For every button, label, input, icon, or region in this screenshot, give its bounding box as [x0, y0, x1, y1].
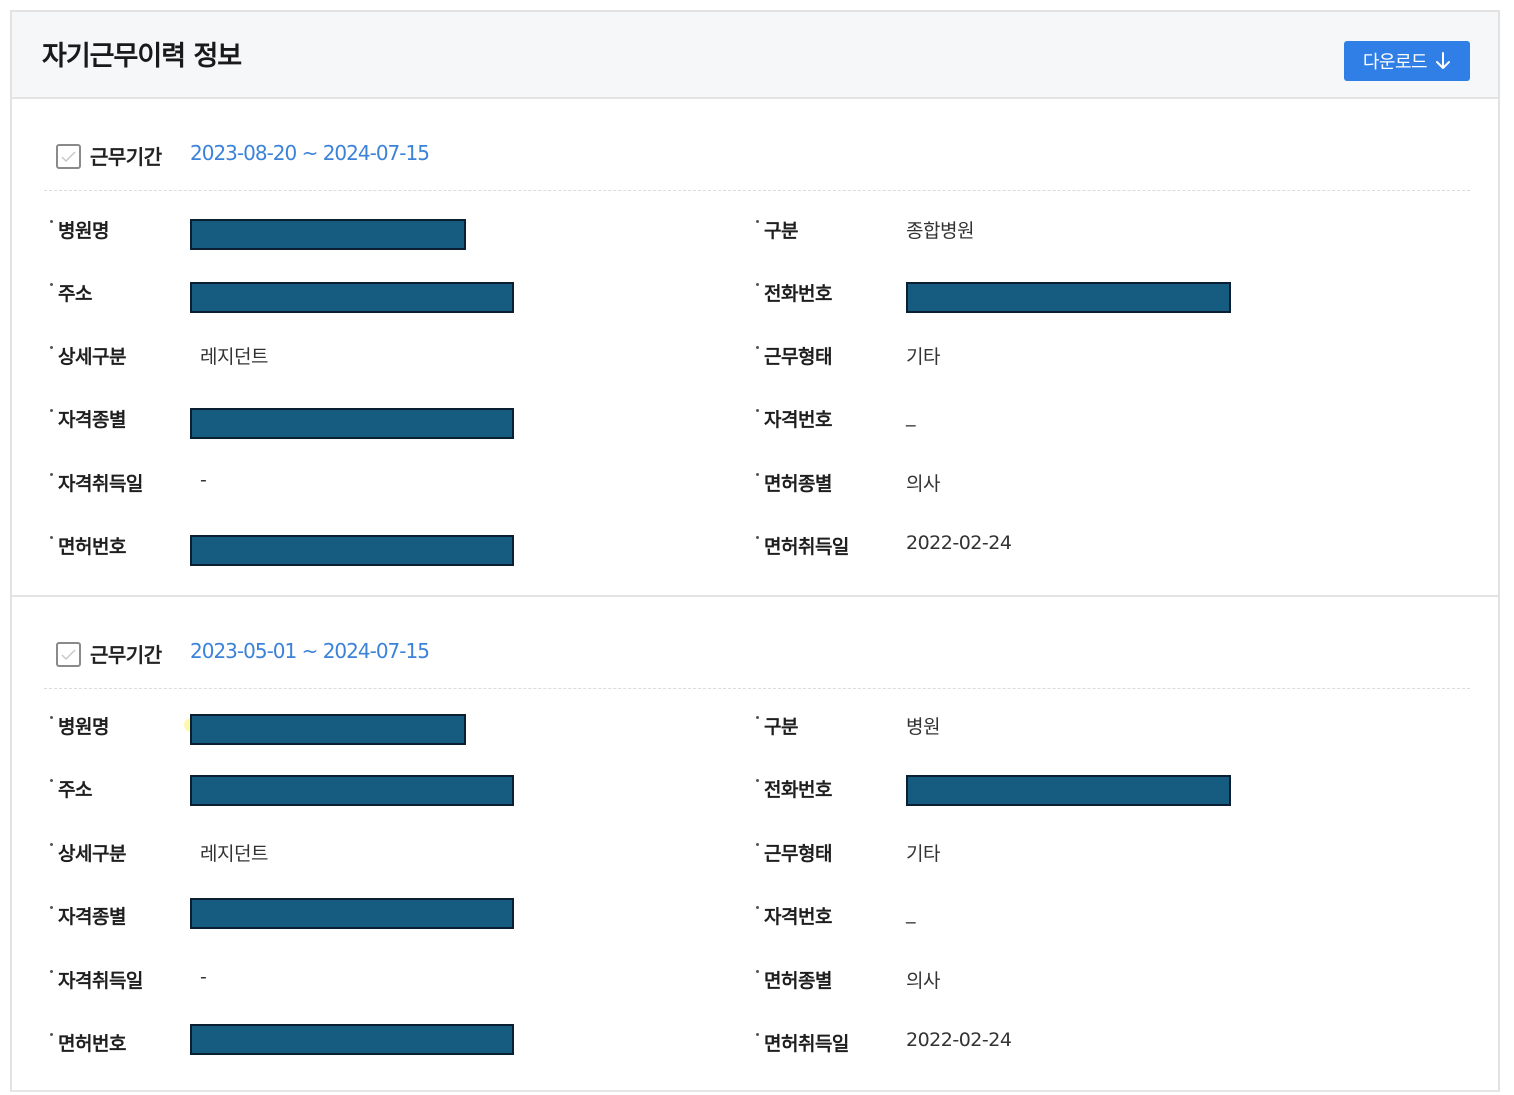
field-value: _ — [906, 405, 916, 427]
field-category: 구분 종합병원 — [756, 216, 1456, 250]
field-label: 자격취득일 — [50, 469, 143, 496]
page-title: 자기근무이력 정보 — [42, 41, 242, 72]
field-hospital-name: 병원명 — [50, 712, 690, 746]
redacted-phone — [906, 282, 1231, 313]
redacted-qualification-type — [190, 408, 514, 439]
field-label: 면허취득일 — [756, 1029, 849, 1056]
field-license-number: 면허번호 — [50, 532, 690, 566]
field-value: 2022-02-24 — [906, 1029, 1012, 1051]
field-label: 자격번호 — [756, 902, 832, 929]
work-record: 근무기간 2023-08-20 ~ 2024-07-15 병원명 주소 상세구분… — [12, 100, 1498, 597]
record-checkbox[interactable] — [56, 144, 81, 169]
redacted-phone — [906, 775, 1231, 806]
field-license-type: 면허종별 의사 — [756, 966, 1456, 1000]
field-qualification-date: 자격취득일 - — [50, 469, 690, 503]
field-value: _ — [906, 902, 916, 924]
panel-header: 자기근무이력 정보 다운로드 — [12, 12, 1498, 99]
record-checkbox[interactable] — [56, 642, 81, 667]
field-label: 면허종별 — [756, 469, 832, 496]
work-period-value: 2023-05-01 ~ 2024-07-15 — [190, 639, 430, 663]
field-label: 상세구분 — [50, 839, 126, 866]
redacted-license-number — [190, 535, 514, 566]
field-detail-category: 상세구분 레지던트 — [50, 342, 690, 376]
field-qualification-type: 자격종별 — [50, 405, 690, 439]
work-period-label: 근무기간 — [90, 145, 162, 169]
work-period-row: 근무기간 2023-05-01 ~ 2024-07-15 — [44, 638, 1470, 689]
work-period-row: 근무기간 2023-08-20 ~ 2024-07-15 — [44, 140, 1470, 191]
field-license-date: 면허취득일 2022-02-24 — [756, 1029, 1456, 1063]
field-label: 전화번호 — [756, 279, 832, 306]
work-record: 근무기간 2023-05-01 ~ 2024-07-15 병원명 주소 상세구분… — [12, 598, 1498, 1092]
field-label: 면허종별 — [756, 966, 832, 993]
work-period-label: 근무기간 — [90, 643, 162, 667]
arrow-down-icon — [1436, 52, 1451, 69]
field-label: 구분 — [756, 712, 798, 739]
field-license-number: 면허번호 — [50, 1024, 690, 1063]
field-label: 자격종별 — [50, 405, 126, 432]
field-qualification-number: 자격번호 _ — [756, 405, 1456, 439]
field-label: 근무형태 — [756, 839, 832, 866]
field-value: 레지던트 — [200, 843, 268, 865]
check-icon — [61, 151, 76, 163]
field-label: 병원명 — [50, 712, 109, 739]
field-qualification-number: 자격번호 _ — [756, 902, 1456, 936]
redacted-hospital-name — [190, 714, 466, 745]
field-label: 상세구분 — [50, 342, 126, 369]
field-value: 종합병원 — [906, 220, 974, 242]
field-label: 면허번호 — [50, 1029, 126, 1056]
field-value: 기타 — [906, 843, 940, 865]
field-qualification-date: 자격취득일 - — [50, 966, 690, 1000]
field-label: 근무형태 — [756, 342, 832, 369]
field-phone: 전화번호 — [756, 279, 1456, 313]
field-work-type: 근무형태 기타 — [756, 839, 1456, 873]
download-button-label: 다운로드 — [1362, 52, 1428, 73]
field-value: 의사 — [906, 473, 940, 495]
field-hospital-name: 병원명 — [50, 216, 690, 250]
field-label: 면허취득일 — [756, 532, 849, 559]
field-value: 병원 — [906, 716, 940, 738]
field-label: 전화번호 — [756, 775, 832, 802]
field-label: 자격번호 — [756, 405, 832, 432]
redacted-license-number — [190, 1024, 514, 1055]
field-label: 주소 — [50, 775, 92, 802]
field-value: - — [200, 469, 207, 491]
field-value: 의사 — [906, 970, 940, 992]
field-category: 구분 병원 — [756, 712, 1456, 746]
field-address: 주소 — [50, 279, 690, 313]
field-detail-category: 상세구분 레지던트 — [50, 839, 690, 873]
redacted-address — [190, 775, 514, 806]
field-label: 자격취득일 — [50, 966, 143, 993]
field-label: 자격종별 — [50, 902, 126, 929]
field-license-type: 면허종별 의사 — [756, 469, 1456, 503]
redacted-hospital-name — [190, 219, 466, 250]
field-qualification-type: 자격종별 — [50, 898, 690, 936]
field-label: 구분 — [756, 216, 798, 243]
download-button[interactable]: 다운로드 — [1344, 41, 1470, 81]
redacted-address — [190, 282, 514, 313]
field-value: - — [200, 966, 207, 988]
check-icon — [61, 649, 76, 661]
field-value: 2022-02-24 — [906, 532, 1012, 554]
field-work-type: 근무형태 기타 — [756, 342, 1456, 376]
field-phone: 전화번호 — [756, 775, 1456, 809]
work-history-panel: 자기근무이력 정보 다운로드 근무기간 2023-08-20 ~ 2024-07… — [10, 10, 1500, 1092]
field-label: 주소 — [50, 279, 92, 306]
field-value: 레지던트 — [200, 346, 268, 368]
field-label: 병원명 — [50, 216, 109, 243]
field-label: 면허번호 — [50, 532, 126, 559]
field-address: 주소 — [50, 775, 690, 809]
work-period-value: 2023-08-20 ~ 2024-07-15 — [190, 141, 430, 165]
field-value: 기타 — [906, 346, 940, 368]
field-license-date: 면허취득일 2022-02-24 — [756, 532, 1456, 566]
redacted-qualification-type — [190, 898, 514, 929]
